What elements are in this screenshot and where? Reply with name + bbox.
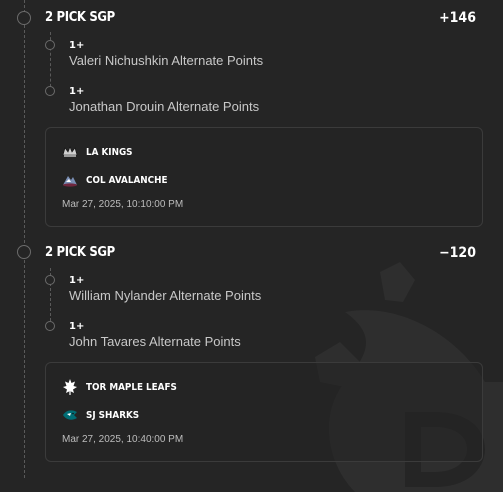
leg-quantity: 1+ <box>69 40 85 51</box>
sj-sharks-logo-icon <box>62 407 78 423</box>
team-row: COL AVALANCHE <box>62 172 179 188</box>
team-name: SJ SHARKS <box>86 409 140 421</box>
tor-maple-leafs-logo-icon <box>62 379 78 395</box>
game-start-time: Mar 27, 2025, 10:40:00 PM <box>62 434 184 445</box>
bet-odds: +146 <box>439 10 476 26</box>
bet-timeline-node <box>17 245 31 259</box>
team-name: COL AVALANCHE <box>86 174 168 186</box>
leg-timeline-node <box>45 275 55 285</box>
leg-timeline-node <box>45 86 55 96</box>
leg-selection: William Nylander Alternate Points <box>69 288 262 303</box>
team-row: LA KINGS <box>62 144 139 160</box>
bet-title: 2 PICK SGP <box>45 10 115 25</box>
game-info-card[interactable]: LA KINGS COL AVALANCHE Mar 27, 2025, 10:… <box>45 127 483 227</box>
col-avalanche-logo-icon <box>62 172 78 188</box>
leg-timeline-node <box>45 321 55 331</box>
game-info-card[interactable]: TOR MAPLE LEAFS SJ SHARKS Mar 27, 2025, … <box>45 362 483 462</box>
leg-quantity: 1+ <box>69 275 85 286</box>
leg-selection: Jonathan Drouin Alternate Points <box>69 99 260 114</box>
leg-timeline-node <box>45 40 55 50</box>
leg-quantity: 1+ <box>69 321 85 332</box>
bet-odds: −120 <box>439 245 476 261</box>
timeline-spine <box>24 0 25 478</box>
team-row: SJ SHARKS <box>62 407 146 423</box>
leg-quantity: 1+ <box>69 86 85 97</box>
team-name: TOR MAPLE LEAFS <box>86 381 177 393</box>
bet-title: 2 PICK SGP <box>45 245 115 260</box>
game-start-time: Mar 27, 2025, 10:10:00 PM <box>62 199 184 210</box>
la-kings-logo-icon <box>62 144 78 160</box>
leg-selection: John Tavares Alternate Points <box>69 334 241 349</box>
team-name: LA KINGS <box>86 146 133 158</box>
bet-timeline-node <box>17 11 31 25</box>
team-row: TOR MAPLE LEAFS <box>62 379 189 395</box>
leg-selection: Valeri Nichushkin Alternate Points <box>69 53 264 68</box>
